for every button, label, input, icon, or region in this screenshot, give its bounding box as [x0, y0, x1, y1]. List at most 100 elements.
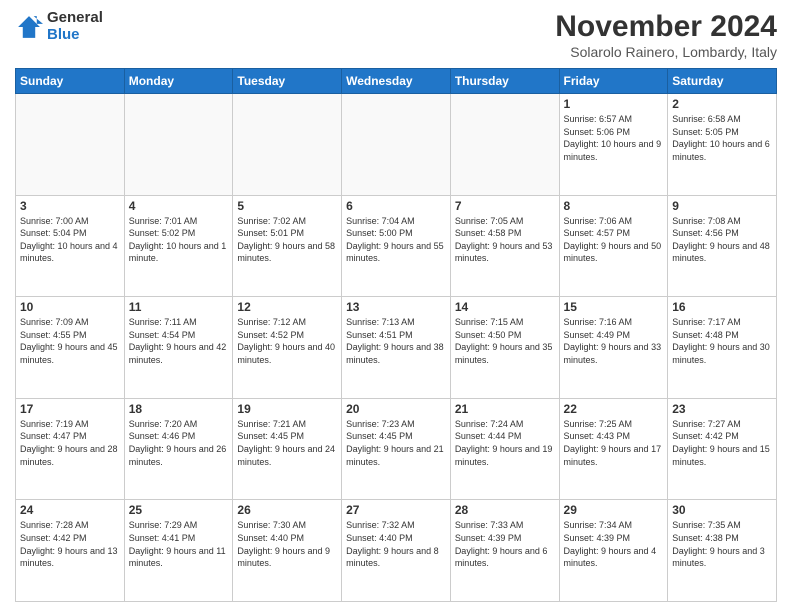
logo-text: General Blue: [47, 10, 103, 43]
page: General Blue November 2024 Solarolo Rain…: [0, 0, 792, 612]
cell-3-0: 17 Sunrise: 7:19 AM Sunset: 4:47 PM Dayli…: [16, 398, 125, 500]
day-number: 16: [672, 300, 772, 314]
cell-2-3: 13 Sunrise: 7:13 AM Sunset: 4:51 PM Dayli…: [342, 297, 451, 399]
day-number: 11: [129, 300, 229, 314]
cell-1-6: 9Sunrise: 7:08 AM Sunset: 4:56 PM Daylig…: [668, 195, 777, 297]
cell-0-2: [233, 94, 342, 196]
day-info: Sunrise: 7:20 AM Sunset: 4:46 PM Dayligh…: [129, 418, 229, 468]
calendar-table: Sunday Monday Tuesday Wednesday Thursday…: [15, 68, 777, 602]
cell-1-3: 6 Sunrise: 7:04 AM Sunset: 5:00 PM Daylig…: [342, 195, 451, 297]
day-number: 14: [455, 300, 555, 314]
day-info: Sunrise: 7:13 AM Sunset: 4:51 PM Dayligh…: [346, 316, 446, 366]
day-info: Sunrise: 7:21 AM Sunset: 4:45 PM Dayligh…: [237, 418, 337, 468]
cell-2-6: 16 Sunrise: 7:17 AM Sunset: 4:48 PM Dayli…: [668, 297, 777, 399]
cell-4-5: 29 Sunrise: 7:34 AM Sunset: 4:39 PM Dayli…: [559, 500, 668, 602]
day-info: Sunrise: 7:25 AM Sunset: 4:43 PM Dayligh…: [564, 418, 664, 468]
day-info: Sunrise: 7:11 AM Sunset: 4:54 PM Dayligh…: [129, 316, 229, 366]
week-row-3: 17 Sunrise: 7:19 AM Sunset: 4:47 PM Dayli…: [16, 398, 777, 500]
day-info: Sunrise: 7:06 AM Sunset: 4:57 PM Dayligh…: [564, 215, 664, 265]
day-number: 4: [129, 199, 229, 213]
day-info: Sunrise: 7:34 AM Sunset: 4:39 PM Dayligh…: [564, 519, 664, 569]
day-number: 12: [237, 300, 337, 314]
day-info: Sunrise: 7:15 AM Sunset: 4:50 PM Dayligh…: [455, 316, 555, 366]
week-row-1: 3 Sunrise: 7:00 AM Sunset: 5:04 PM Daylig…: [16, 195, 777, 297]
cell-1-4: 7Sunrise: 7:05 AM Sunset: 4:58 PM Daylig…: [450, 195, 559, 297]
day-info: Sunrise: 7:01 AM Sunset: 5:02 PM Dayligh…: [129, 215, 229, 265]
day-info: Sunrise: 7:27 AM Sunset: 4:42 PM Dayligh…: [672, 418, 772, 468]
day-info: Sunrise: 6:57 AM Sunset: 5:06 PM Dayligh…: [564, 113, 664, 163]
title-area: November 2024 Solarolo Rainero, Lombardy…: [555, 10, 777, 60]
day-number: 21: [455, 402, 555, 416]
day-number: 8: [564, 199, 664, 213]
cell-4-1: 25 Sunrise: 7:29 AM Sunset: 4:41 PM Dayli…: [124, 500, 233, 602]
cell-3-4: 21Sunrise: 7:24 AM Sunset: 4:44 PM Dayli…: [450, 398, 559, 500]
week-row-0: 1 Sunrise: 6:57 AM Sunset: 5:06 PM Daylig…: [16, 94, 777, 196]
month-title: November 2024: [555, 10, 777, 44]
cell-3-6: 23 Sunrise: 7:27 AM Sunset: 4:42 PM Dayli…: [668, 398, 777, 500]
day-number: 17: [20, 402, 120, 416]
col-saturday: Saturday: [668, 69, 777, 94]
cell-0-0: [16, 94, 125, 196]
day-number: 13: [346, 300, 446, 314]
day-info: Sunrise: 6:58 AM Sunset: 5:05 PM Dayligh…: [672, 113, 772, 163]
day-info: Sunrise: 7:17 AM Sunset: 4:48 PM Dayligh…: [672, 316, 772, 366]
day-info: Sunrise: 7:23 AM Sunset: 4:45 PM Dayligh…: [346, 418, 446, 468]
day-number: 23: [672, 402, 772, 416]
day-number: 6: [346, 199, 446, 213]
cell-0-3: [342, 94, 451, 196]
day-info: Sunrise: 7:35 AM Sunset: 4:38 PM Dayligh…: [672, 519, 772, 569]
day-number: 5: [237, 199, 337, 213]
day-number: 25: [129, 503, 229, 517]
cell-3-1: 18 Sunrise: 7:20 AM Sunset: 4:46 PM Dayli…: [124, 398, 233, 500]
logo-icon: [15, 13, 43, 41]
day-info: Sunrise: 7:29 AM Sunset: 4:41 PM Dayligh…: [129, 519, 229, 569]
logo-blue: Blue: [47, 27, 103, 44]
cell-4-3: 27 Sunrise: 7:32 AM Sunset: 4:40 PM Dayli…: [342, 500, 451, 602]
cell-1-1: 4 Sunrise: 7:01 AM Sunset: 5:02 PM Daylig…: [124, 195, 233, 297]
cell-2-2: 12Sunrise: 7:12 AM Sunset: 4:52 PM Dayli…: [233, 297, 342, 399]
cell-0-5: 1 Sunrise: 6:57 AM Sunset: 5:06 PM Daylig…: [559, 94, 668, 196]
day-number: 28: [455, 503, 555, 517]
day-number: 22: [564, 402, 664, 416]
day-info: Sunrise: 7:02 AM Sunset: 5:01 PM Dayligh…: [237, 215, 337, 265]
location: Solarolo Rainero, Lombardy, Italy: [555, 44, 777, 60]
day-info: Sunrise: 7:32 AM Sunset: 4:40 PM Dayligh…: [346, 519, 446, 569]
col-wednesday: Wednesday: [342, 69, 451, 94]
cell-1-2: 5 Sunrise: 7:02 AM Sunset: 5:01 PM Daylig…: [233, 195, 342, 297]
day-number: 30: [672, 503, 772, 517]
day-info: Sunrise: 7:19 AM Sunset: 4:47 PM Dayligh…: [20, 418, 120, 468]
col-thursday: Thursday: [450, 69, 559, 94]
logo-general: General: [47, 10, 103, 27]
cell-2-1: 11 Sunrise: 7:11 AM Sunset: 4:54 PM Dayli…: [124, 297, 233, 399]
cell-3-2: 19Sunrise: 7:21 AM Sunset: 4:45 PM Dayli…: [233, 398, 342, 500]
cell-4-2: 26 Sunrise: 7:30 AM Sunset: 4:40 PM Dayli…: [233, 500, 342, 602]
day-number: 9: [672, 199, 772, 213]
cell-4-0: 24Sunrise: 7:28 AM Sunset: 4:42 PM Dayli…: [16, 500, 125, 602]
day-info: Sunrise: 7:33 AM Sunset: 4:39 PM Dayligh…: [455, 519, 555, 569]
header-row: Sunday Monday Tuesday Wednesday Thursday…: [16, 69, 777, 94]
day-number: 15: [564, 300, 664, 314]
week-row-2: 10Sunrise: 7:09 AM Sunset: 4:55 PM Dayli…: [16, 297, 777, 399]
day-number: 3: [20, 199, 120, 213]
day-number: 20: [346, 402, 446, 416]
cell-4-6: 30 Sunrise: 7:35 AM Sunset: 4:38 PM Dayli…: [668, 500, 777, 602]
day-number: 1: [564, 97, 664, 111]
day-info: Sunrise: 7:30 AM Sunset: 4:40 PM Dayligh…: [237, 519, 337, 569]
day-number: 2: [672, 97, 772, 111]
day-number: 27: [346, 503, 446, 517]
day-info: Sunrise: 7:04 AM Sunset: 5:00 PM Dayligh…: [346, 215, 446, 265]
cell-2-4: 14 Sunrise: 7:15 AM Sunset: 4:50 PM Dayli…: [450, 297, 559, 399]
day-number: 29: [564, 503, 664, 517]
day-info: Sunrise: 7:16 AM Sunset: 4:49 PM Dayligh…: [564, 316, 664, 366]
col-friday: Friday: [559, 69, 668, 94]
cell-1-5: 8 Sunrise: 7:06 AM Sunset: 4:57 PM Daylig…: [559, 195, 668, 297]
day-number: 26: [237, 503, 337, 517]
cell-4-4: 28 Sunrise: 7:33 AM Sunset: 4:39 PM Dayli…: [450, 500, 559, 602]
logo: General Blue: [15, 10, 103, 43]
cell-2-5: 15 Sunrise: 7:16 AM Sunset: 4:49 PM Dayli…: [559, 297, 668, 399]
header: General Blue November 2024 Solarolo Rain…: [15, 10, 777, 60]
day-number: 18: [129, 402, 229, 416]
day-info: Sunrise: 7:09 AM Sunset: 4:55 PM Dayligh…: [20, 316, 120, 366]
day-info: Sunrise: 7:00 AM Sunset: 5:04 PM Dayligh…: [20, 215, 120, 265]
day-number: 7: [455, 199, 555, 213]
